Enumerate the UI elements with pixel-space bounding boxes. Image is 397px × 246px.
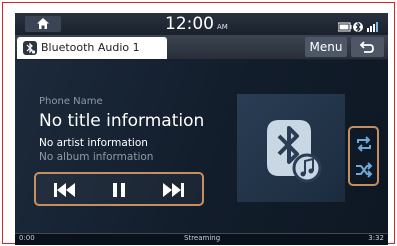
bluetooth-audio-icon bbox=[23, 41, 37, 55]
shuffle-icon bbox=[356, 162, 373, 178]
bluetooth-icon bbox=[353, 21, 363, 33]
previous-track-icon bbox=[54, 183, 75, 197]
elapsed-time: 0:00 bbox=[19, 234, 35, 242]
repeat-button[interactable] bbox=[354, 134, 374, 154]
previous-button[interactable] bbox=[50, 180, 80, 200]
streaming-status: Streaming bbox=[184, 234, 221, 242]
signal-icon bbox=[367, 22, 378, 32]
shuffle-button[interactable] bbox=[354, 160, 374, 180]
album-name: No album information bbox=[39, 151, 154, 163]
song-title: No title information bbox=[39, 111, 205, 131]
back-icon bbox=[359, 41, 374, 53]
pause-icon bbox=[113, 183, 125, 197]
next-button[interactable] bbox=[158, 180, 188, 200]
now-playing: Phone Name No title information No artis… bbox=[15, 60, 388, 233]
album-art bbox=[237, 94, 345, 202]
media-screen: 12:00 AM Bluetooth Audio 1 Menu Phone Na… bbox=[15, 13, 388, 245]
total-time: 3:32 bbox=[368, 234, 384, 242]
menu-button[interactable]: Menu bbox=[305, 37, 347, 57]
tab-bar: Bluetooth Audio 1 Menu bbox=[15, 35, 388, 60]
repeat-shuffle-controls bbox=[348, 126, 379, 186]
playback-controls bbox=[34, 172, 204, 206]
tab-bluetooth-audio[interactable]: Bluetooth Audio 1 bbox=[17, 37, 167, 59]
battery-icon bbox=[337, 22, 352, 32]
home-button[interactable] bbox=[25, 16, 61, 32]
artist-name: No artist information bbox=[39, 137, 148, 149]
device-name: Phone Name bbox=[39, 96, 103, 107]
back-button[interactable] bbox=[351, 37, 384, 57]
annotation-frame: 12:00 AM Bluetooth Audio 1 Menu Phone Na… bbox=[2, 2, 395, 245]
next-track-icon bbox=[163, 183, 184, 197]
playback-status-bar: 0:00 Streaming 3:32 bbox=[15, 233, 388, 245]
home-icon bbox=[37, 18, 49, 29]
bluetooth-music-icon bbox=[267, 120, 322, 183]
status-bar: 12:00 AM bbox=[15, 13, 388, 35]
source-tab-label: Bluetooth Audio 1 bbox=[41, 41, 140, 54]
clock-ampm: AM bbox=[217, 23, 228, 31]
repeat-icon bbox=[357, 136, 371, 152]
pause-button[interactable] bbox=[104, 180, 134, 200]
clock: 12:00 AM bbox=[165, 14, 228, 37]
clock-time: 12:00 bbox=[165, 14, 214, 34]
